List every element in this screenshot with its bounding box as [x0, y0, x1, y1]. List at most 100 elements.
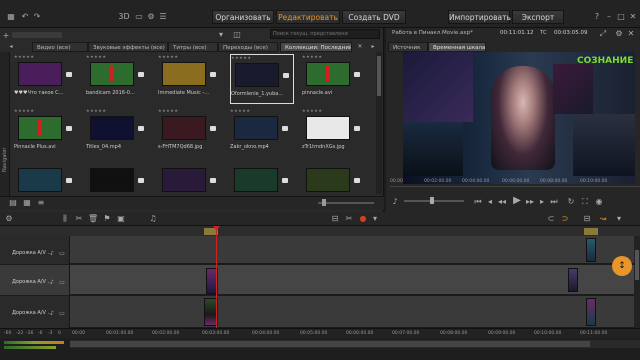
help-icon[interactable]: ?: [592, 12, 602, 22]
tab-collections[interactable]: Коллекции: Последний...: [280, 42, 352, 52]
snapshot-icon[interactable]: ◉: [594, 197, 604, 207]
fullscreen-icon[interactable]: ⛶: [580, 197, 590, 207]
library-item[interactable]: ★★★★★ bandicam 2016-0...: [86, 54, 150, 104]
ripple-icon[interactable]: ↝: [598, 214, 608, 224]
timeline-settings-icon[interactable]: ⚙: [4, 214, 14, 224]
monitor-icon[interactable]: ▭: [134, 12, 144, 22]
close-icon[interactable]: ✕: [628, 12, 638, 22]
split-icon[interactable]: ⫼: [60, 214, 70, 224]
library-scroll-thumb[interactable]: [377, 56, 381, 96]
timeline-clip[interactable]: [568, 268, 578, 292]
track-monitor-icon[interactable]: ▭: [58, 309, 66, 319]
thumbnail-image[interactable]: [18, 62, 62, 86]
go-start-icon[interactable]: ⏮: [474, 197, 482, 207]
video-preview[interactable]: СОЗНАНИЕ: [403, 52, 635, 184]
rewind-icon[interactable]: ◂◂: [498, 197, 506, 207]
voiceover-icon[interactable]: ▾: [370, 214, 380, 224]
track-monitor-icon[interactable]: ▭: [58, 249, 66, 259]
player-close-icon[interactable]: ✕: [626, 29, 636, 39]
rating-stars[interactable]: ★★★★★: [302, 108, 366, 114]
tab-scroll-left-icon[interactable]: ◂: [8, 42, 14, 52]
rating-stars[interactable]: [230, 160, 294, 166]
lock-icon[interactable]: ▾: [614, 214, 624, 224]
minimize-icon[interactable]: –: [604, 12, 614, 22]
tab-sound-effects[interactable]: Звуковые эффекты (все): [88, 42, 168, 52]
zoom-slider-handle[interactable]: [322, 199, 326, 206]
player-settings-icon[interactable]: ⚙: [614, 29, 624, 39]
timeline-hscroll-thumb[interactable]: [70, 341, 590, 347]
timeline-track[interactable]: [0, 296, 640, 328]
track-label[interactable]: Дорожка А/V ...: [12, 310, 52, 316]
tab-titles[interactable]: Титры (все): [168, 42, 218, 52]
track-label[interactable]: Дорожка А/V ...: [12, 250, 52, 256]
tab-scroll-right-icon[interactable]: ▸: [370, 42, 376, 52]
prev-frame-icon[interactable]: ◂: [486, 197, 494, 207]
thumbnail-image[interactable]: [162, 168, 206, 192]
track-speaker-icon[interactable]: ♪: [48, 278, 56, 288]
rating-stars[interactable]: [158, 160, 222, 166]
tab-edit[interactable]: Редактировать: [276, 10, 340, 24]
rating-stars[interactable]: ★★★★★: [86, 54, 150, 60]
app-icon[interactable]: ▦: [6, 12, 16, 22]
overview-clip-2[interactable]: [584, 228, 598, 235]
thumbnail-image[interactable]: [235, 63, 279, 87]
thumbnail-image[interactable]: [234, 116, 278, 140]
tab-transitions[interactable]: Переходы (все): [218, 42, 278, 52]
rating-stars[interactable]: ★★★★★: [230, 108, 294, 114]
volume-slider[interactable]: [404, 200, 464, 202]
track-speaker-icon[interactable]: ♪: [48, 309, 56, 319]
thumbnail-image[interactable]: [18, 168, 62, 192]
duration-display[interactable]: 00:03:05.09: [554, 30, 587, 36]
next-frame-icon[interactable]: ▸: [538, 197, 546, 207]
library-item[interactable]: ★★★★★ Zakr_okno.mp4: [230, 108, 294, 158]
rating-stars[interactable]: ★★★★★: [302, 54, 366, 60]
tab-video[interactable]: Видео (все): [32, 42, 88, 52]
navigator-strip[interactable]: Navigator: [0, 52, 10, 210]
camera-icon[interactable]: ▣: [116, 214, 126, 224]
list-view-icon[interactable]: ≡: [36, 198, 46, 208]
marker-icon[interactable]: ⚑: [102, 214, 112, 224]
scene-icon[interactable]: ◫: [232, 30, 242, 40]
track-monitor-icon[interactable]: ▭: [58, 278, 66, 288]
timecode-display[interactable]: 00:11:01.12: [500, 30, 533, 36]
tab-timeline[interactable]: Временная шкала: [428, 42, 486, 52]
expand-icon[interactable]: ⤢: [598, 29, 608, 39]
rating-stars[interactable]: ★★★★★: [86, 108, 150, 114]
library-item[interactable]: ★★★★★ pinnacle.avi: [302, 54, 366, 104]
rating-stars[interactable]: [14, 160, 78, 166]
import-button[interactable]: Импортировать: [448, 10, 511, 24]
menu-icon[interactable]: ☰: [158, 12, 168, 22]
play-icon[interactable]: ▶: [512, 196, 522, 206]
rating-stars[interactable]: ★★★★★: [14, 108, 78, 114]
add-icon[interactable]: +: [2, 31, 10, 41]
forward-icon[interactable]: ↷: [32, 12, 42, 22]
mode-3d-label[interactable]: 3D: [118, 12, 130, 22]
thumbnail-image[interactable]: [306, 116, 350, 140]
link-icon[interactable]: ⊃: [560, 214, 570, 224]
playhead[interactable]: [216, 226, 217, 338]
timeline-scroll-thumb[interactable]: [635, 250, 639, 280]
library-item[interactable]: ★★★★★ zTr1tmdnXGs.jpg: [302, 108, 366, 158]
track-speaker-icon[interactable]: ♪: [48, 249, 56, 259]
thumbnail-image[interactable]: [306, 168, 350, 192]
delete-icon[interactable]: 🗑: [88, 214, 98, 224]
razor-icon[interactable]: ✂: [74, 214, 84, 224]
track-label[interactable]: Дорожка А/V ...: [12, 279, 52, 285]
maximize-icon[interactable]: □: [616, 12, 626, 22]
timeline-overview[interactable]: [0, 226, 640, 236]
volume-handle[interactable]: [430, 197, 434, 204]
storyboard-icon[interactable]: ▤: [8, 198, 18, 208]
library-item[interactable]: ★★★★★ Pinnacle Plus.avi: [14, 108, 78, 158]
back-icon[interactable]: ↶: [20, 12, 30, 22]
export-button[interactable]: Экспорт: [512, 10, 564, 24]
record-icon[interactable]: ●: [358, 214, 368, 224]
scrub-bar[interactable]: [390, 186, 640, 187]
tab-organize[interactable]: Организовать: [212, 10, 274, 24]
timeline-track[interactable]: [0, 236, 640, 264]
speaker-icon[interactable]: ♪: [390, 197, 400, 207]
filter-icon[interactable]: ▾: [216, 30, 226, 40]
zoom-slider[interactable]: [318, 202, 374, 204]
search-input[interactable]: [270, 29, 380, 39]
rating-stars[interactable]: ★★★★★: [14, 54, 78, 60]
rating-stars[interactable]: [302, 160, 366, 166]
